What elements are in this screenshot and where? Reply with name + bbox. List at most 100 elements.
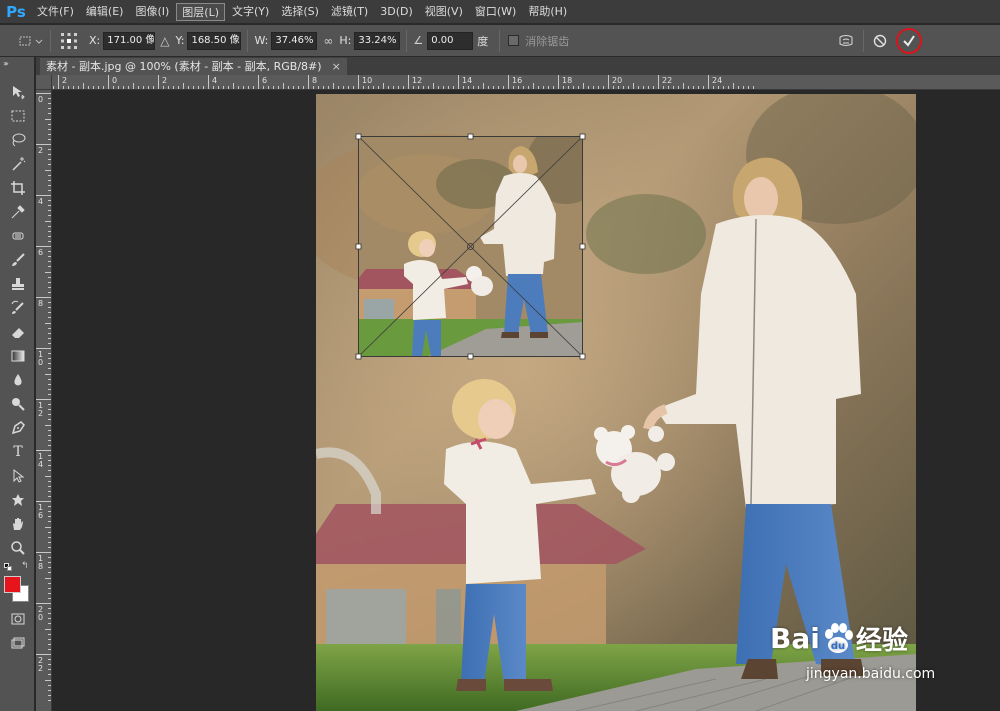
ruler-tick bbox=[48, 174, 51, 176]
warp-mode-button[interactable] bbox=[836, 25, 856, 57]
ruler-tick bbox=[668, 86, 669, 89]
ruler-tick bbox=[48, 302, 51, 304]
eyedropper-tool-icon[interactable] bbox=[6, 202, 30, 222]
ruler-tick bbox=[283, 83, 284, 89]
panel-collapse-icon[interactable]: » bbox=[4, 59, 9, 68]
ruler-tick bbox=[48, 470, 51, 472]
ruler-tick bbox=[48, 189, 51, 191]
pen-tool-icon[interactable] bbox=[6, 418, 30, 438]
menu-3d[interactable]: 3D(D) bbox=[375, 3, 418, 21]
ruler-tick bbox=[48, 235, 51, 237]
default-colors-icon[interactable] bbox=[4, 563, 12, 571]
path-selection-tool-icon[interactable] bbox=[6, 466, 30, 486]
ruler-tick bbox=[263, 86, 264, 89]
tools-panel: » T ↰ bbox=[0, 57, 35, 711]
clone-stamp-tool-icon[interactable] bbox=[6, 274, 30, 294]
transform-tool-preset[interactable] bbox=[18, 25, 50, 57]
menu-layer[interactable]: 图层(L) bbox=[176, 2, 226, 21]
height-percent-field[interactable]: 33.24% bbox=[354, 31, 401, 50]
ruler-tick bbox=[48, 138, 51, 140]
ruler-tick bbox=[588, 86, 589, 89]
menu-select[interactable]: 选择(S) bbox=[276, 3, 324, 21]
menu-type[interactable]: 文字(Y) bbox=[227, 3, 274, 21]
swap-colors-icon[interactable]: ↰ bbox=[21, 561, 29, 571]
healing-brush-tool-icon[interactable] bbox=[6, 226, 30, 246]
menu-file[interactable]: 文件(F) bbox=[32, 3, 79, 21]
custom-shape-tool-icon[interactable] bbox=[6, 490, 30, 510]
ruler-tick bbox=[743, 86, 744, 89]
ruler-tick bbox=[48, 434, 51, 436]
ruler-tick bbox=[613, 86, 614, 89]
ruler-origin[interactable] bbox=[36, 75, 52, 90]
ruler-tick bbox=[36, 246, 51, 247]
menu-image[interactable]: 图像(I) bbox=[130, 3, 174, 21]
menu-view[interactable]: 视图(V) bbox=[420, 3, 468, 21]
ruler-tick-label: 6 bbox=[262, 76, 268, 85]
rotation-angle-field[interactable]: 0.00 bbox=[427, 31, 474, 50]
marquee-tool-icon[interactable] bbox=[6, 106, 30, 126]
screen-mode-icon[interactable] bbox=[6, 633, 30, 653]
cancel-icon bbox=[873, 34, 887, 47]
brush-tool-icon[interactable] bbox=[6, 250, 30, 270]
ruler-tick bbox=[48, 164, 51, 166]
menu-edit[interactable]: 编辑(E) bbox=[81, 3, 129, 21]
ruler-tick bbox=[663, 86, 664, 89]
move-tool-icon[interactable] bbox=[6, 82, 30, 102]
quick-mask-icon[interactable] bbox=[6, 609, 30, 629]
eraser-tool-icon[interactable] bbox=[6, 322, 30, 342]
zoom-tool-icon[interactable] bbox=[6, 538, 30, 558]
menu-help[interactable]: 帮助(H) bbox=[523, 3, 572, 21]
antialias-checkbox[interactable] bbox=[508, 35, 520, 46]
ruler-tick bbox=[673, 86, 674, 89]
ruler-tick bbox=[443, 86, 444, 89]
ruler-tick bbox=[48, 184, 51, 186]
ruler-tick bbox=[48, 286, 51, 288]
cancel-transform-button[interactable] bbox=[870, 25, 890, 57]
close-tab-icon[interactable]: × bbox=[332, 58, 341, 75]
ruler-tick bbox=[458, 75, 459, 89]
ruler-tick bbox=[258, 75, 259, 89]
lasso-tool-icon[interactable] bbox=[6, 130, 30, 150]
horizontal-ruler[interactable]: 02024681012141618202224 bbox=[52, 75, 1000, 90]
ruler-tick-label: 2 bbox=[162, 76, 168, 85]
vertical-ruler[interactable]: 0 2 4 6 8 1 0 1 2 1 4 1 6 1 8 2 0 2 2 bbox=[36, 90, 52, 711]
ruler-tick bbox=[48, 633, 51, 635]
ruler-tick bbox=[48, 511, 51, 513]
commit-transform-button[interactable] bbox=[895, 25, 923, 57]
ruler-tick bbox=[48, 521, 51, 523]
ruler-tick-label: 1 0 bbox=[38, 350, 44, 367]
ruler-tick bbox=[473, 86, 474, 89]
link-proportions-icon[interactable]: ∞ bbox=[323, 34, 333, 48]
reference-point-locator[interactable] bbox=[51, 25, 87, 57]
x-position-field[interactable]: 171.00 像 bbox=[103, 31, 156, 50]
gradient-tool-icon[interactable] bbox=[6, 346, 30, 366]
history-brush-tool-icon[interactable] bbox=[6, 298, 30, 318]
crop-tool-icon[interactable] bbox=[6, 178, 30, 198]
ruler-tick bbox=[45, 628, 51, 630]
blur-tool-icon[interactable] bbox=[6, 370, 30, 390]
ruler-tick bbox=[623, 86, 624, 89]
ruler-tick bbox=[48, 133, 51, 135]
relative-position-icon[interactable]: △ bbox=[160, 34, 169, 48]
antialias-option[interactable]: 消除锯齿 bbox=[508, 25, 569, 57]
ruler-tick bbox=[518, 86, 519, 89]
ruler-tick bbox=[273, 86, 274, 89]
menu-window[interactable]: 窗口(W) bbox=[470, 3, 521, 21]
ruler-tick bbox=[493, 86, 494, 89]
width-percent-field[interactable]: 37.46% bbox=[271, 31, 318, 50]
magic-wand-tool-icon[interactable] bbox=[6, 154, 30, 174]
ruler-tick bbox=[48, 480, 51, 482]
menu-filter[interactable]: 滤镜(T) bbox=[326, 3, 373, 21]
hand-tool-icon[interactable] bbox=[6, 514, 30, 534]
ruler-tick-label: 1 4 bbox=[38, 452, 44, 469]
foreground-color-swatch[interactable] bbox=[4, 576, 21, 593]
ruler-tick bbox=[48, 689, 51, 691]
ruler-tick bbox=[583, 83, 584, 89]
document-tab[interactable]: 素材 - 副本.jpg @ 100% (素材 - 副本 - 副本, RGB/8#… bbox=[40, 58, 347, 75]
type-tool-icon[interactable]: T bbox=[6, 442, 30, 462]
dodge-tool-icon[interactable] bbox=[6, 394, 30, 414]
y-position-field[interactable]: 168.50 像 bbox=[187, 31, 242, 50]
ruler-tick bbox=[45, 220, 51, 222]
ruler-tick bbox=[45, 679, 51, 681]
ruler-tick bbox=[36, 195, 51, 196]
